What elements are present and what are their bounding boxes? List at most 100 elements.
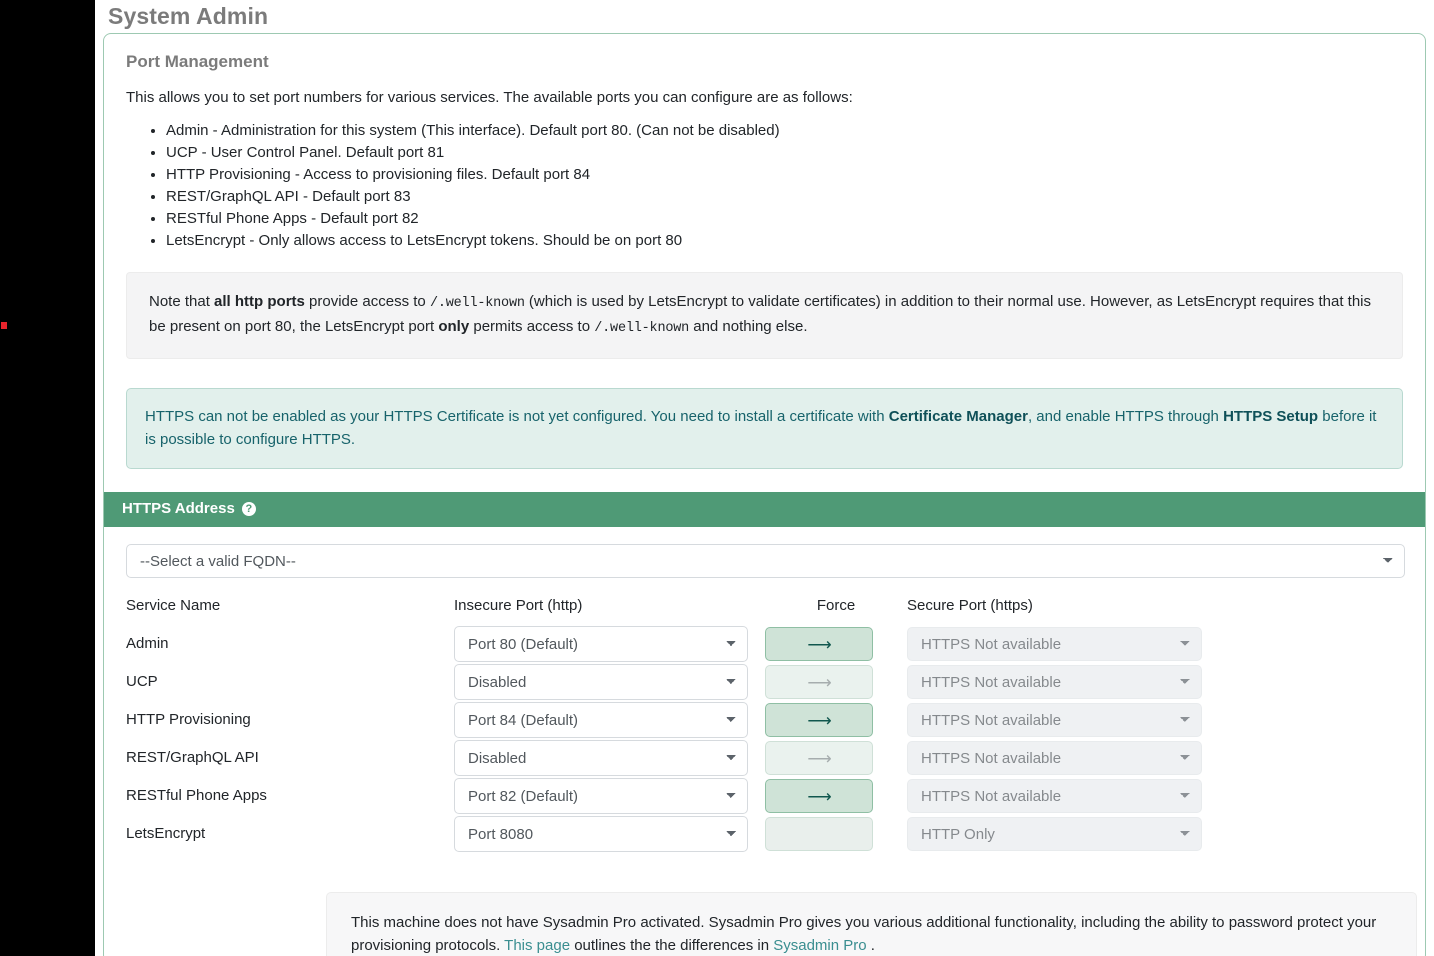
note-part-5: and nothing else. bbox=[689, 318, 808, 335]
note-part-1: Note that bbox=[149, 293, 215, 310]
force-cell: ⟶ bbox=[765, 625, 907, 663]
arrow-right-icon: ⟶ bbox=[807, 710, 831, 730]
table-row: REST/GraphQL API Disabled ⟶ HTTPS Not avail… bbox=[126, 739, 1226, 777]
ports-table-head: Service Name Insecure Port (http) Force … bbox=[126, 596, 1226, 625]
secure-port-select-rest-graphql-api[interactable]: HTTPS Not available bbox=[907, 741, 1202, 775]
list-item: Admin - Administration for this system (… bbox=[166, 120, 1403, 142]
secure-port-cell: HTTPS Not available bbox=[907, 701, 1226, 739]
insecure-port-select-ucp[interactable]: Disabled bbox=[454, 664, 748, 700]
force-cell: ⟶ bbox=[765, 777, 907, 815]
ports-table: Service Name Insecure Port (http) Force … bbox=[126, 596, 1226, 853]
https-address-heading-label: HTTPS Address bbox=[122, 500, 235, 517]
page-title: System Admin bbox=[108, 3, 269, 29]
ports-table-body: Admin Port 80 (Default) ⟶ HTTPS Not availab… bbox=[126, 625, 1226, 853]
force-toggle-ucp[interactable]: ⟶ bbox=[765, 665, 873, 699]
insecure-port-cell: Port 80 (Default) bbox=[454, 625, 765, 663]
https-unavailable-alert: HTTPS can not be enabled as your HTTPS C… bbox=[126, 388, 1403, 469]
sysadmin-pro-link[interactable]: Sysadmin Pro bbox=[773, 937, 866, 954]
list-item: HTTP Provisioning - Access to provisioni… bbox=[166, 164, 1403, 186]
table-row: UCP Disabled ⟶ HTTPS Not available bbox=[126, 663, 1226, 701]
service-name-cell: RESTful Phone Apps bbox=[126, 787, 267, 804]
force-cell: ⟶ bbox=[765, 739, 907, 777]
note-bold-all-http-ports: all http ports bbox=[214, 293, 305, 310]
secure-port-select-admin[interactable]: HTTPS Not available bbox=[907, 627, 1202, 661]
force-toggle-admin[interactable]: ⟶ bbox=[765, 627, 873, 661]
table-row: Admin Port 80 (Default) ⟶ HTTPS Not availab… bbox=[126, 625, 1226, 663]
main-content: System Admin Port Management This allows… bbox=[95, 0, 1434, 956]
app-root: System Admin Port Management This allows… bbox=[0, 0, 1434, 956]
alert-link-https-setup[interactable]: HTTPS Setup bbox=[1223, 408, 1318, 425]
force-toggle-empty bbox=[765, 817, 873, 851]
alert-link-certificate-manager[interactable]: Certificate Manager bbox=[889, 408, 1028, 425]
secure-port-select-letsencrypt[interactable]: HTTP Only bbox=[907, 817, 1202, 851]
secure-port-select-restful-phone-apps[interactable]: HTTPS Not available bbox=[907, 779, 1202, 813]
insecure-port-select-letsencrypt[interactable]: Port 8080 bbox=[454, 816, 748, 852]
service-name-cell: UCP bbox=[126, 673, 158, 690]
secure-port-cell: HTTP Only bbox=[907, 815, 1226, 853]
insecure-port-select-restful-phone-apps[interactable]: Port 82 (Default) bbox=[454, 778, 748, 814]
pro-part-3: . bbox=[866, 937, 875, 954]
service-name-cell: REST/GraphQL API bbox=[126, 749, 259, 766]
service-name-cell: Admin bbox=[126, 635, 169, 652]
table-row: RESTful Phone Apps Port 82 (Default) ⟶ HTTP… bbox=[126, 777, 1226, 815]
table-row: HTTP Provisioning Port 84 (Default) ⟶ HTTPS… bbox=[126, 701, 1226, 739]
this-page-link[interactable]: This page bbox=[504, 937, 570, 954]
service-name-cell: HTTP Provisioning bbox=[126, 711, 251, 728]
list-item: REST/GraphQL API - Default port 83 bbox=[166, 186, 1403, 208]
red-marker-dot bbox=[1, 322, 7, 329]
force-cell bbox=[765, 815, 907, 853]
intro-text: This allows you to set port numbers for … bbox=[126, 89, 853, 106]
insecure-port-cell: Port 84 (Default) bbox=[454, 701, 765, 739]
alert-part-2: , and enable HTTPS through bbox=[1027, 408, 1224, 425]
https-address-fqdn-select[interactable]: --Select a valid FQDN-- bbox=[126, 544, 1405, 578]
note-part-2: provide access to bbox=[304, 293, 430, 310]
arrow-right-icon: ⟶ bbox=[807, 748, 831, 768]
alert-part-1: HTTPS can not be enabled as your HTTPS C… bbox=[145, 408, 889, 425]
force-toggle-rest-graphql-api[interactable]: ⟶ bbox=[765, 741, 873, 775]
secure-port-select-ucp[interactable]: HTTPS Not available bbox=[907, 665, 1202, 699]
th-insecure-port: Insecure Port (http) bbox=[454, 597, 583, 614]
force-cell: ⟶ bbox=[765, 701, 907, 739]
card-title: Port Management bbox=[126, 52, 269, 71]
arrow-right-icon: ⟶ bbox=[807, 786, 831, 806]
th-service-name: Service Name bbox=[126, 597, 221, 614]
note-part-4: permits access to bbox=[469, 318, 595, 335]
secure-port-cell: HTTPS Not available bbox=[907, 663, 1226, 701]
fqdn-select-wrapper: --Select a valid FQDN-- bbox=[126, 527, 1405, 578]
secure-port-cell: HTTPS Not available bbox=[907, 625, 1226, 663]
force-toggle-http-provisioning[interactable]: ⟶ bbox=[765, 703, 873, 737]
th-force: Force bbox=[816, 597, 856, 614]
arrow-right-icon: ⟶ bbox=[807, 672, 831, 692]
insecure-port-cell: Disabled bbox=[454, 739, 765, 777]
note-code-well-known-1: /.well-known bbox=[429, 296, 525, 311]
insecure-port-cell: Port 82 (Default) bbox=[454, 777, 765, 815]
force-toggle-restful-phone-apps[interactable]: ⟶ bbox=[765, 779, 873, 813]
arrow-right-icon: ⟶ bbox=[807, 634, 831, 654]
secure-port-select-http-provisioning[interactable]: HTTPS Not available bbox=[907, 703, 1202, 737]
secure-port-cell: HTTPS Not available bbox=[907, 739, 1226, 777]
list-item: RESTful Phone Apps - Default port 82 bbox=[166, 208, 1403, 230]
insecure-port-select-http-provisioning[interactable]: Port 84 (Default) bbox=[454, 702, 748, 738]
list-item: LetsEncrypt - Only allows access to Lets… bbox=[166, 230, 1403, 252]
table-row: LetsEncrypt Port 8080 HTTP Only bbox=[126, 815, 1226, 853]
question-mark-icon[interactable]: ? bbox=[241, 502, 256, 516]
th-secure-port: Secure Port (https) bbox=[907, 597, 1033, 614]
note-bold-only: only bbox=[438, 318, 470, 335]
https-address-section-header: HTTPS Address ? bbox=[104, 492, 1425, 527]
port-management-card: Port Management This allows you to set p… bbox=[103, 33, 1426, 956]
insecure-port-select-admin[interactable]: Port 80 (Default) bbox=[454, 626, 748, 662]
secure-port-cell: HTTPS Not available bbox=[907, 777, 1226, 815]
insecure-port-cell: Port 8080 bbox=[454, 815, 765, 853]
pro-part-2: outlines the the differences in bbox=[570, 937, 774, 954]
sysadmin-pro-box: This machine does not have Sysadmin Pro … bbox=[326, 892, 1417, 956]
table-header-row: Service Name Insecure Port (http) Force … bbox=[126, 596, 1226, 625]
left-sidebar-rail bbox=[0, 0, 95, 956]
insecure-port-cell: Disabled bbox=[454, 663, 765, 701]
service-name-cell: LetsEncrypt bbox=[126, 825, 206, 842]
port-description-list: Admin - Administration for this system (… bbox=[126, 120, 1403, 252]
sysadmin-pro-text: This machine does not have Sysadmin Pro … bbox=[351, 911, 1392, 956]
force-cell: ⟶ bbox=[765, 663, 907, 701]
list-item: UCP - User Control Panel. Default port 8… bbox=[166, 142, 1403, 164]
insecure-port-select-rest-graphql-api[interactable]: Disabled bbox=[454, 740, 748, 776]
well-known-note: Note that all http ports provide access … bbox=[126, 272, 1403, 359]
